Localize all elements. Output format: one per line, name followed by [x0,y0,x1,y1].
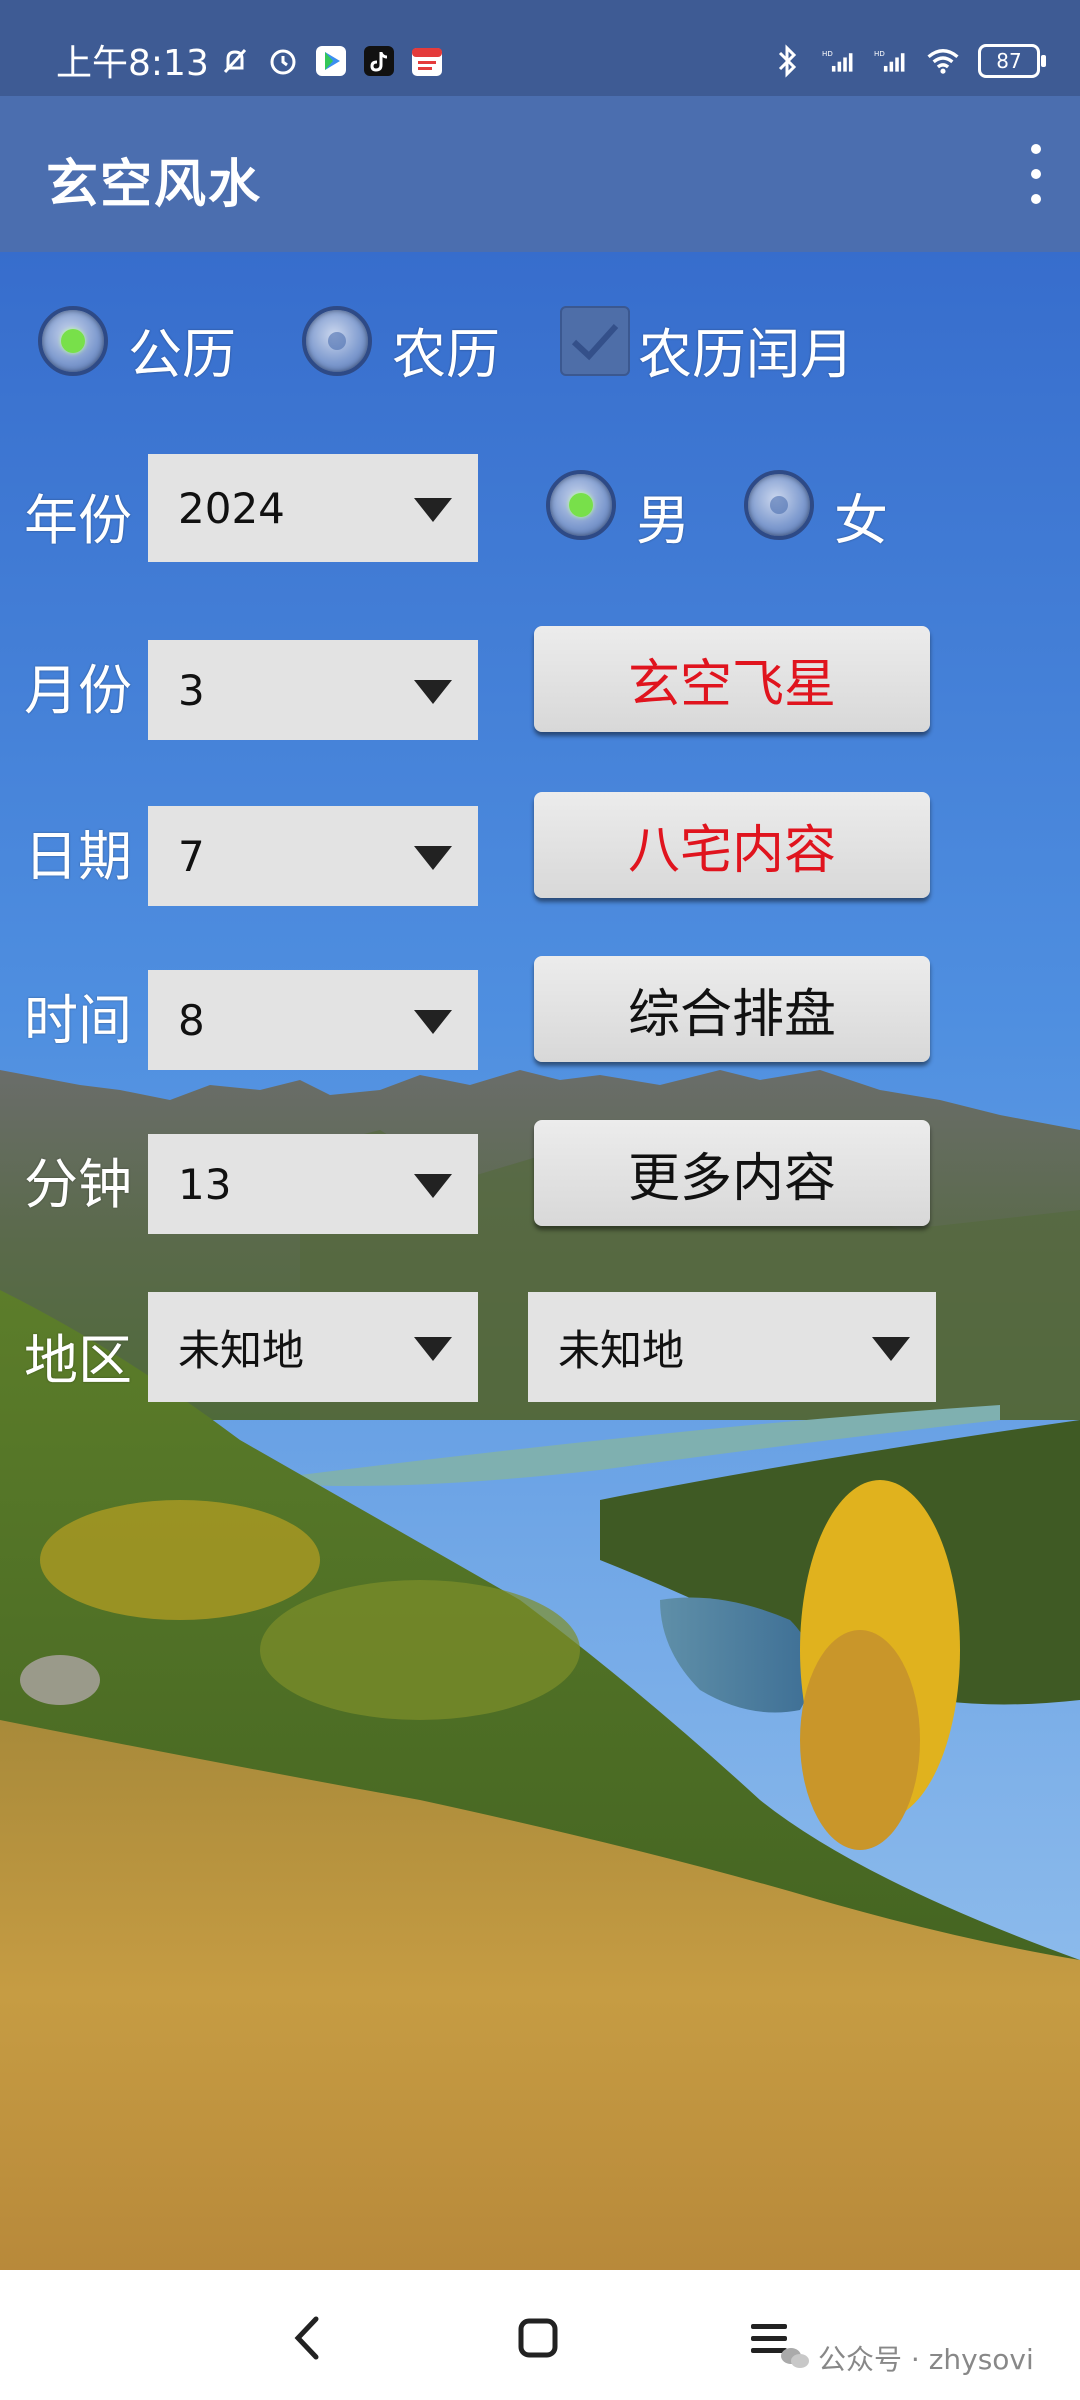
wechat-icon [781,2348,809,2368]
overflow-menu-icon[interactable] [1016,144,1056,204]
dropdown-arrow-icon [414,1010,452,1034]
minute-select[interactable]: 13 [148,1134,478,1234]
checkmark-icon [571,323,619,361]
dropdown-arrow-icon [414,498,452,522]
bluetooth-icon [770,44,804,78]
female-radio[interactable] [744,470,814,540]
region-city-select[interactable]: 未知地 [528,1292,936,1402]
tiktok-icon [362,44,396,78]
year-value: 2024 [178,483,285,533]
leap-month-checkbox[interactable] [560,306,630,376]
dropdown-arrow-icon [414,846,452,870]
solar-calendar-radio[interactable] [38,306,108,376]
region-province-value: 未知地 [178,1325,305,1375]
dropdown-arrow-icon [414,1174,452,1198]
region-city-value: 未知地 [558,1325,685,1375]
lunar-calendar-label: 农历 [392,323,500,386]
play-store-icon [314,44,348,78]
day-value: 7 [178,831,205,881]
male-label: 男 [636,489,690,552]
month-label: 月份 [24,659,132,722]
alarm-icon [266,44,300,78]
svg-text:HD: HD [822,49,833,58]
dropdown-arrow-icon [872,1337,910,1361]
day-select[interactable]: 7 [148,806,478,906]
more-content-button[interactable]: 更多内容 [534,1120,930,1226]
app-title: 玄空风水 [46,155,263,215]
male-radio[interactable] [546,470,616,540]
dropdown-arrow-icon [414,680,452,704]
system-navigation-bar [0,2270,1080,2400]
solar-calendar-label: 公历 [128,323,236,386]
year-select[interactable]: 2024 [148,454,478,562]
status-right-icons: HD HD 87 [770,40,1046,82]
minute-label: 分钟 [24,1153,132,1216]
watermark: 公众号 · zhysovi [780,2338,1034,2378]
signal-hd-1-icon: HD [822,44,856,78]
hour-value: 8 [178,995,205,1045]
wifi-icon [926,44,960,78]
female-label: 女 [834,489,888,552]
month-value: 3 [178,665,205,715]
year-label: 年份 [24,489,132,552]
svg-text:HD: HD [874,49,885,58]
bazhai-content-button[interactable]: 八宅内容 [534,792,930,898]
dropdown-arrow-icon [414,1337,452,1361]
day-label: 日期 [24,825,132,888]
region-label: 地区 [24,1329,132,1392]
calendar-app-icon [410,44,444,78]
minute-value: 13 [178,1159,232,1209]
app-bar: 玄空风水 [0,96,1080,252]
hour-label: 时间 [24,989,132,1052]
status-left-icons [218,40,444,82]
hour-select[interactable]: 8 [148,970,478,1070]
watermark-text: 公众号 · zhysovi [818,2343,1034,2376]
xuankong-feixing-button[interactable]: 玄空飞星 [534,626,930,732]
home-icon[interactable] [508,2308,568,2368]
comprehensive-chart-button[interactable]: 综合排盘 [534,956,930,1062]
leap-month-label: 农历闰月 [638,323,854,386]
bell-off-icon [218,44,252,78]
month-select[interactable]: 3 [148,640,478,740]
back-icon[interactable] [278,2308,338,2368]
status-bar: 上午8:13 HD HD 87 [0,0,1080,96]
lunar-calendar-radio[interactable] [302,306,372,376]
region-province-select[interactable]: 未知地 [148,1292,478,1402]
battery-icon: 87 [978,44,1046,78]
signal-hd-2-icon: HD [874,44,908,78]
status-time: 上午8:13 [56,43,209,84]
